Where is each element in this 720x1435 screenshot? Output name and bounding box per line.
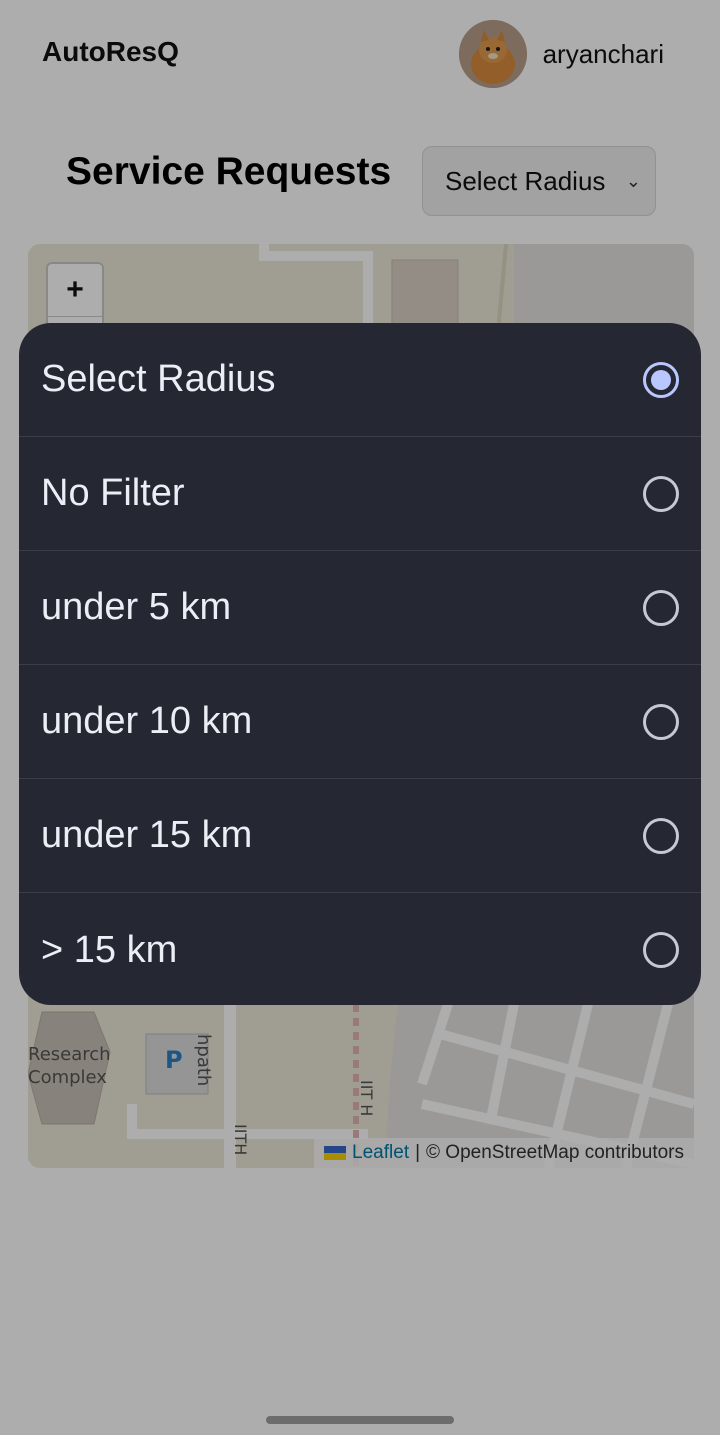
option-label: under 15 km: [41, 814, 253, 856]
option-label: under 5 km: [41, 586, 232, 628]
radio-unselected-icon[interactable]: [643, 475, 679, 512]
home-indicator[interactable]: [266, 1416, 454, 1424]
radio-unselected-icon[interactable]: [643, 817, 679, 854]
option-label: > 15 km: [41, 928, 178, 971]
option-over-15-km[interactable]: > 15 km: [19, 893, 701, 1005]
option-select-radius[interactable]: Select Radius: [19, 323, 701, 437]
option-under-10-km[interactable]: under 10 km: [19, 665, 701, 779]
option-no-filter[interactable]: No Filter: [19, 437, 701, 551]
option-label: under 10 km: [41, 700, 253, 742]
option-under-5-km[interactable]: under 5 km: [19, 551, 701, 665]
radio-unselected-icon[interactable]: [643, 589, 679, 626]
option-under-15-km[interactable]: under 15 km: [19, 779, 701, 893]
radio-unselected-icon[interactable]: [643, 703, 679, 740]
radius-options-dialog: Select Radius No Filter under 5 km under…: [19, 323, 701, 1005]
option-label: No Filter: [41, 472, 185, 514]
option-label: Select Radius: [41, 358, 276, 400]
radio-selected-icon[interactable]: [643, 361, 679, 398]
radio-unselected-icon[interactable]: [643, 932, 679, 968]
